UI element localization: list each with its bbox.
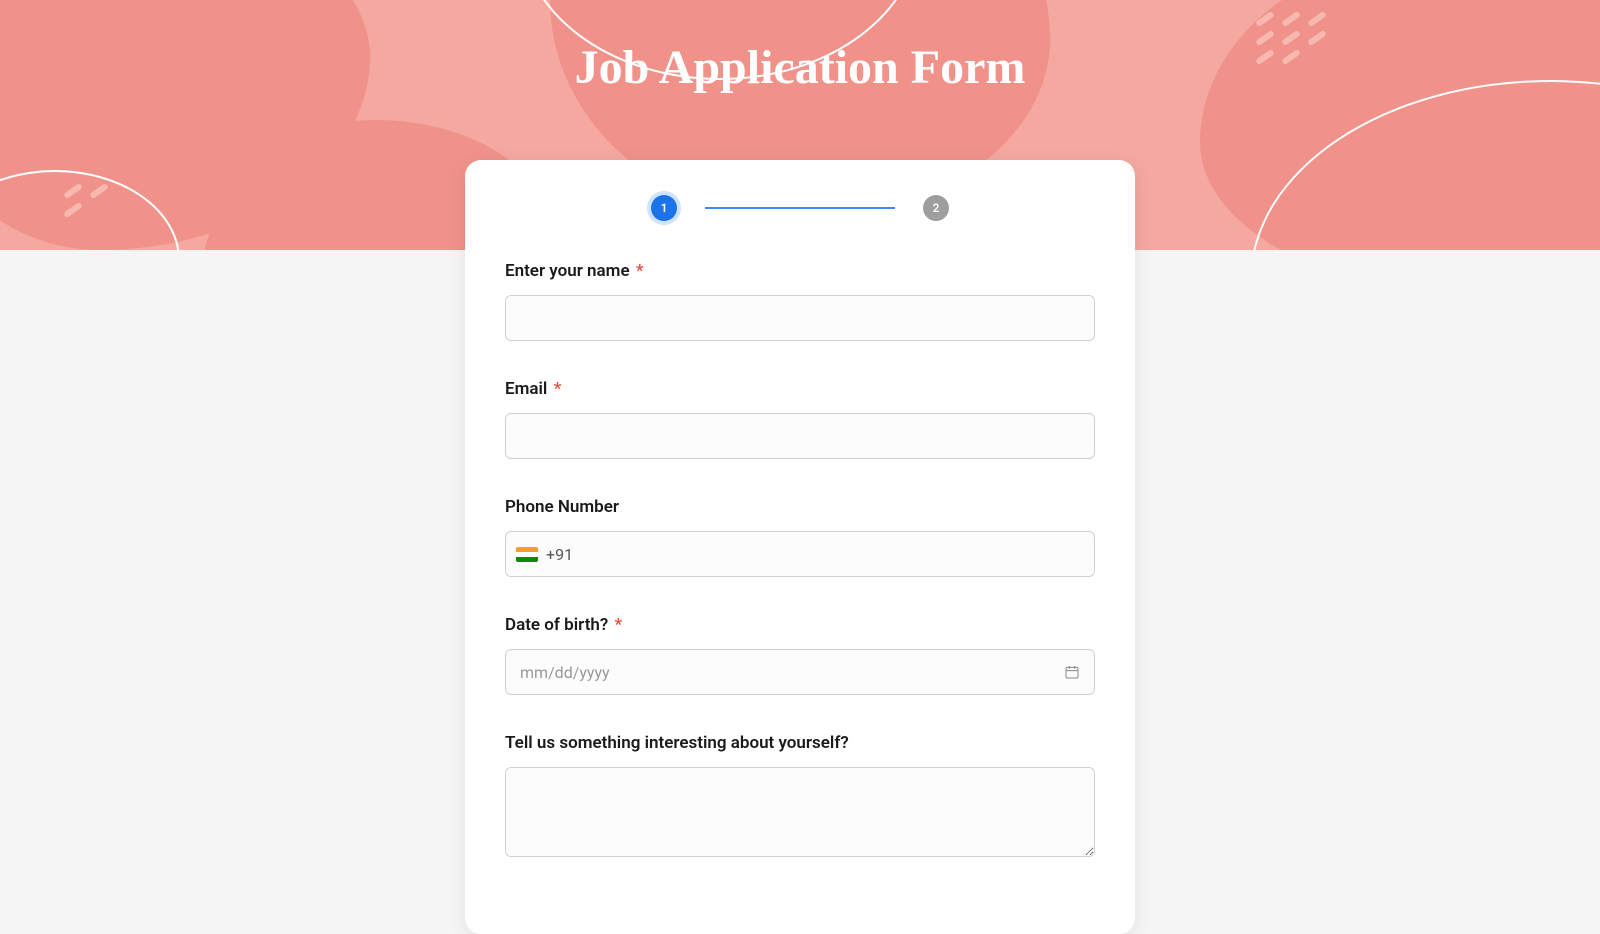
phone-number-input[interactable] <box>581 532 1084 576</box>
required-asterisk: * <box>615 615 623 635</box>
required-asterisk: * <box>636 261 644 281</box>
phone-input-wrapper[interactable]: +91 <box>505 531 1095 577</box>
about-label: Tell us something interesting about your… <box>505 733 1095 753</box>
form-stepper: 1 2 <box>505 195 1095 221</box>
phone-label-text: Phone Number <box>505 497 619 517</box>
name-field: Enter your name * <box>505 261 1095 341</box>
form-card: 1 2 Enter your name * Email * Phone Numb… <box>465 160 1135 934</box>
step-connector-line <box>705 207 895 209</box>
about-label-text: Tell us something interesting about your… <box>505 733 849 753</box>
step-2-indicator[interactable]: 2 <box>923 195 949 221</box>
dob-label-text: Date of birth? <box>505 615 608 635</box>
india-flag-icon[interactable] <box>516 547 538 562</box>
dob-input[interactable]: mm/dd/yyyy <box>505 649 1095 695</box>
email-input[interactable] <box>505 413 1095 459</box>
about-textarea[interactable] <box>505 767 1095 857</box>
dob-placeholder: mm/dd/yyyy <box>520 663 1064 682</box>
name-label-text: Enter your name <box>505 261 630 281</box>
phone-prefix: +91 <box>546 545 573 564</box>
phone-field: Phone Number +91 <box>505 497 1095 577</box>
step-1-indicator[interactable]: 1 <box>651 195 677 221</box>
email-label: Email * <box>505 379 1095 399</box>
email-label-text: Email <box>505 379 547 399</box>
email-field: Email * <box>505 379 1095 459</box>
required-asterisk: * <box>554 379 562 399</box>
dob-label: Date of birth? * <box>505 615 1095 635</box>
name-label: Enter your name * <box>505 261 1095 281</box>
decorative-dashes <box>60 182 112 220</box>
dob-field: Date of birth? * mm/dd/yyyy <box>505 615 1095 695</box>
page-title: Job Application Form <box>575 40 1026 95</box>
decorative-dashes <box>1252 10 1330 67</box>
name-input[interactable] <box>505 295 1095 341</box>
calendar-icon <box>1064 664 1080 680</box>
about-field: Tell us something interesting about your… <box>505 733 1095 861</box>
phone-label: Phone Number <box>505 497 1095 517</box>
